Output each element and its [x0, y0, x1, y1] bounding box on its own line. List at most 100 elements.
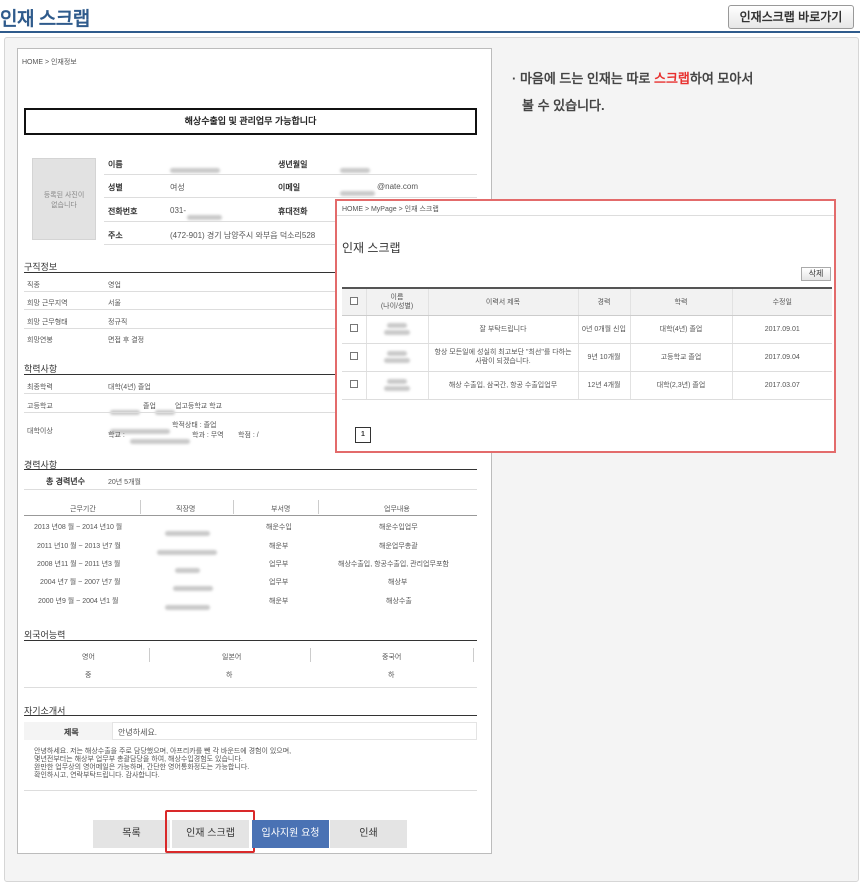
career-header-period: 근무기간 [70, 506, 96, 513]
row-name [365, 315, 428, 344]
list-button[interactable]: 목록 [93, 820, 170, 848]
checkbox[interactable] [349, 296, 358, 305]
row-title[interactable]: 항상 모든일에 성실히 최고보단 "최선"를 다하는 사람이 되겠습니다. [427, 343, 578, 372]
divider [337, 215, 834, 216]
header-name: 이름 (나이/성별) [365, 287, 428, 316]
intro-subject-value: 안녕하세요. [118, 728, 158, 737]
career-task: 해상수출 [386, 598, 412, 605]
univ-school-blur [130, 431, 190, 449]
pagination-page-1[interactable]: 1 [355, 427, 371, 443]
row-date: 2017.03.07 [731, 371, 832, 400]
row-career: 0년 0개월 신입 [577, 315, 630, 344]
highschool-blur [110, 402, 140, 420]
career-company-blur [157, 542, 217, 560]
lang-english: 영어 [82, 654, 95, 661]
row-select[interactable] [342, 343, 366, 372]
total-career-label: 총 경력년수 [46, 477, 86, 486]
header-education: 학력 [629, 287, 732, 316]
career-period: 2008 년11 월 ~ 2011 년3 월 [37, 561, 121, 568]
photo-text-1: 등록된 사진이 [43, 192, 85, 199]
career-dept: 업무부 [269, 579, 289, 586]
scrap-table: 이름 (나이/성별) 이력서 제목 경력 학력 수정일 잘 부탁드립니다 0년 … [342, 287, 832, 400]
checkbox[interactable] [349, 324, 358, 332]
row-select[interactable] [342, 371, 366, 400]
goto-scrap-button[interactable]: 인재스크랩 바로가기 [728, 5, 854, 29]
col-divider [149, 648, 150, 662]
row-education: 대학(4년) 졸업 [629, 315, 732, 344]
header-career: 경력 [577, 287, 630, 316]
checkbox[interactable] [349, 380, 358, 388]
gender-label: 성별 [108, 183, 123, 192]
career-dept: 업무부 [269, 561, 289, 568]
row-name [365, 343, 428, 372]
divider [24, 687, 477, 688]
career-period: 2013 년08 월 ~ 2014 년10 월 [34, 524, 123, 531]
career-company-blur [175, 560, 200, 578]
scrap-note-line1: · 마음에 드는 인재는 따로 스크랩하여 모아서 [512, 71, 754, 86]
career-task: 해운업무총괄 [379, 543, 418, 550]
highschool-value: 업고등학교 학교 [175, 403, 223, 410]
row-select[interactable] [342, 315, 366, 344]
career-header-task: 업무내용 [384, 506, 410, 513]
univ-status: 학적상태 : 졸업 [172, 422, 217, 429]
region-value: 서울 [108, 300, 121, 307]
address-label: 주소 [108, 231, 123, 240]
intro-line: 확인하시고, 연락부탁드립니다. 감사합니다. [34, 772, 160, 779]
job-value: 영업 [108, 282, 121, 289]
title-underline [0, 31, 860, 33]
divider [104, 174, 477, 175]
phone-value: 031- [170, 206, 187, 215]
career-dept: 해운수입 [266, 524, 292, 531]
row-education: 대학(2,3년) 졸업 [629, 371, 732, 400]
region-label: 희망 근무지역 [27, 300, 68, 307]
request-apply-button[interactable]: 입사지원 요청 [252, 820, 329, 848]
final-edu-value: 대학(4년) 졸업 [108, 384, 151, 391]
address-value: (472-901) 경기 남양주시 와부읍 덕소리528 [170, 231, 316, 240]
final-edu-label: 최종학력 [27, 384, 53, 391]
row-date: 2017.09.04 [731, 343, 832, 372]
career-period: 2004 년7 월 ~ 2007 년7 월 [40, 579, 121, 586]
phone-label: 전화번호 [108, 207, 138, 216]
worktype-label: 희망 근무형태 [27, 319, 68, 326]
row-career: 12년 4개월 [577, 371, 630, 400]
salary-value: 면접 후 결정 [108, 337, 145, 344]
career-company-blur [165, 523, 210, 541]
career-dept: 해운부 [269, 543, 289, 550]
divider [24, 489, 477, 490]
job-label: 직종 [27, 282, 40, 289]
career-task: 해운수입업무 [379, 524, 418, 531]
univ-school-label: 학교 : [108, 432, 125, 439]
table-row[interactable]: 항상 모든일에 성실히 최고보단 "최선"를 다하는 사람이 되겠습니다. 9년… [342, 343, 832, 372]
row-title[interactable]: 해상 수출입, 삼국간, 항공 수출입업무 [427, 371, 578, 400]
checkbox[interactable] [349, 352, 358, 360]
lang-chinese: 중국어 [382, 654, 402, 661]
row-name [365, 371, 428, 400]
intro-subject-field [112, 722, 477, 740]
table-row[interactable]: 해상 수출입, 삼국간, 항공 수출입업무 12년 4개월 대학(2,3년) 졸… [342, 371, 832, 400]
row-title[interactable]: 잘 부탁드립니다 [427, 315, 578, 344]
header-title: 이력서 제목 [427, 287, 578, 316]
salary-label: 희망연봉 [27, 337, 53, 344]
phone-blur [187, 207, 222, 225]
select-all-header[interactable] [342, 287, 366, 316]
email-label: 이메일 [278, 183, 301, 192]
popup-title: 인재 스크랩 [342, 241, 401, 255]
table-row[interactable]: 잘 부탁드립니다 0년 0개월 신입 대학(4년) 졸업 2017.09.01 [342, 315, 832, 344]
col-divider [140, 500, 141, 514]
photo-text-2: 없습니다 [51, 202, 77, 209]
col-divider [318, 500, 319, 514]
worktype-value: 정규직 [108, 319, 128, 326]
career-header-dept: 부서명 [271, 506, 291, 513]
lang-japanese: 일본어 [222, 654, 242, 661]
resume-headline: 해상수출입 및 관리업무 가능합니다 [24, 108, 477, 135]
divider [104, 197, 477, 198]
print-button[interactable]: 인쇄 [330, 820, 407, 848]
univ-gpa: 학점 : / [238, 432, 259, 439]
intro-subject-label: 제목 [64, 728, 79, 737]
delete-button[interactable]: 삭제 [801, 267, 831, 281]
lang-chinese-level: 하 [388, 672, 395, 679]
row-education: 고등학교 졸업 [629, 343, 732, 372]
scrap-highlight-text: 스크랩 [654, 71, 690, 86]
table-header-row: 이름 (나이/성별) 이력서 제목 경력 학력 수정일 [342, 287, 832, 316]
section-line [24, 715, 477, 716]
